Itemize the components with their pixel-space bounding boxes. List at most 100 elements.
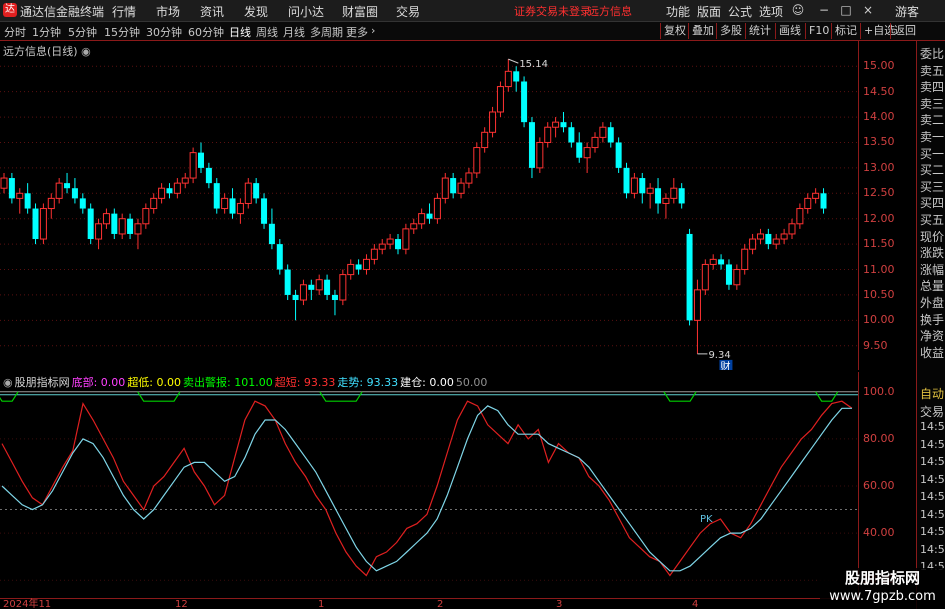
candle-body [198,152,204,168]
sidebar-item: 涨幅 [920,262,945,277]
more-arrow-icon[interactable]: › [371,24,375,37]
candle-body [780,233,788,240]
period-monthly[interactable]: 月线 [283,24,305,40]
auto-trade-toggle[interactable]: 自动 [920,385,944,402]
candlestick-chart[interactable]: 15.14 9.34财 [0,41,858,370]
candle-body [386,238,394,245]
price-axis-label: 10.00 [863,313,895,327]
period-1min[interactable]: 1分钟 [32,24,61,40]
tool-fuquan[interactable]: 复权 [660,23,689,39]
period-60min[interactable]: 60分钟 [188,24,224,40]
candle-body [765,233,772,245]
menu-gongneng[interactable]: 功能 [666,3,690,20]
low-price-label: 9.34 [708,350,730,361]
price-axis-label: 14.50 [863,84,895,98]
candle-body [465,172,473,184]
sidebar-item: 收益 [920,345,945,360]
date-axis-label: 12 [175,599,188,609]
candle-body [450,178,457,194]
menu-hangqing[interactable]: 行情 [112,3,136,20]
period-15min[interactable]: 15分钟 [104,24,140,40]
candle-body [362,258,370,271]
candle-body [646,187,654,194]
candle-body [292,294,299,301]
indicator-field-4: 走势: 93.33 [337,376,399,389]
date-axis-label: 1 [318,599,325,609]
tool-diejia[interactable]: 叠加 [688,23,717,39]
sidebar-item: 外盘 [920,296,945,310]
candle-body [693,289,701,321]
tool-duogu[interactable]: 多股 [716,23,745,39]
candle-body [324,279,331,295]
indicator-axis-label: 100.0 [863,384,895,398]
candle-body [560,122,567,128]
sidebar-item: 买一 [920,146,945,161]
sidebar-item: 现价 [920,229,945,244]
candle-body [441,177,449,199]
menu-xuanxiang[interactable]: 选项 [759,3,783,20]
menu-wenxiaoda[interactable]: 问小达 [288,3,324,20]
menu-faxian[interactable]: 发现 [244,3,268,20]
candle-body [496,86,504,113]
tool-f10[interactable]: F10 [805,23,832,39]
menu-caifuquan[interactable]: 财富圈 [342,3,378,20]
quote-sidebar: 委比 卖五 卖四 卖三 卖二 卖一 买一 买二 买三 买四 买五 现价 涨跌 涨幅 总量 外盘 换手 净资 收益 自动… [916,41,945,609]
guest-label[interactable]: 游客 [895,3,919,20]
candle-body [536,141,544,169]
sidebar-item: 买三 [920,179,945,194]
candle-body [111,213,118,234]
menu-shichang[interactable]: 市场 [156,3,180,20]
period-fenshi[interactable]: 分时 [4,24,26,40]
remote-info-link[interactable]: 远方信息 [588,3,632,19]
menu-banmian[interactable]: 版面 [697,3,721,20]
candle-body [788,223,796,235]
candle-body [213,183,220,209]
login-notice[interactable]: 证券交易未登录 [514,3,591,19]
candle-body [221,197,229,210]
period-multi[interactable]: 多周期 [310,24,343,40]
indicator-field-3: 超短: 93.33 [274,376,336,389]
candle-body [701,263,709,291]
candle-body [623,167,630,194]
indicator-title-bar: ◉ 股朋指标网 底部: 0.00 超低: 0.00 卖出警报: 101.00 超短: 93… [3,374,489,390]
date-axis-label: 3 [556,599,563,609]
period-5min[interactable]: 5分钟 [68,24,97,40]
candle-body [639,178,646,194]
candle-body [284,269,291,295]
tool-huaxian[interactable]: 画线 [775,23,804,39]
candle-body [568,127,575,143]
dropdown-icon[interactable]: ◉ [81,45,91,58]
tool-back[interactable]: 返回 [890,23,919,39]
tool-biaoji[interactable]: 标记 [831,23,860,39]
candle-body [39,208,47,240]
close-icon[interactable]: × [860,2,876,18]
price-axis-label: 12.50 [863,186,895,200]
user-icon[interactable]: ☺ [790,2,806,18]
period-daily[interactable]: 日线 [229,24,251,40]
candle-body [544,126,552,143]
minimize-icon[interactable]: − [816,2,832,18]
indicator-field-6: 50.00 [455,376,488,389]
candle-body [24,193,31,209]
candle-body [630,177,638,194]
price-axis: 15.00 14.50 14.00 13.50 13.00 12.50 12.00 11.50… [858,41,916,370]
tool-tongji[interactable]: 统计 [745,23,774,39]
menu-gongshi[interactable]: 公式 [728,3,752,20]
candle-body [64,183,71,189]
candle-body [457,182,465,194]
candle-body [756,233,764,240]
menu-jiaoyi[interactable]: 交易 [396,3,420,20]
period-30min[interactable]: 30分钟 [146,24,182,40]
maximize-icon[interactable]: □ [838,2,854,18]
price-axis-label: 14.00 [863,110,895,124]
period-more[interactable]: 更多 [346,24,368,40]
menu-zixun[interactable]: 资讯 [200,3,224,20]
price-axis-label: 9.50 [863,338,888,352]
sidebar-item: 涨跌 [920,246,945,261]
candle-body [504,70,512,88]
period-weekly[interactable]: 周线 [256,24,278,40]
candle-body [513,71,520,82]
indicator-chart[interactable]: PK [0,372,858,598]
sidebar-time-item: 14:5 [920,437,945,451]
candle-body [718,259,725,265]
